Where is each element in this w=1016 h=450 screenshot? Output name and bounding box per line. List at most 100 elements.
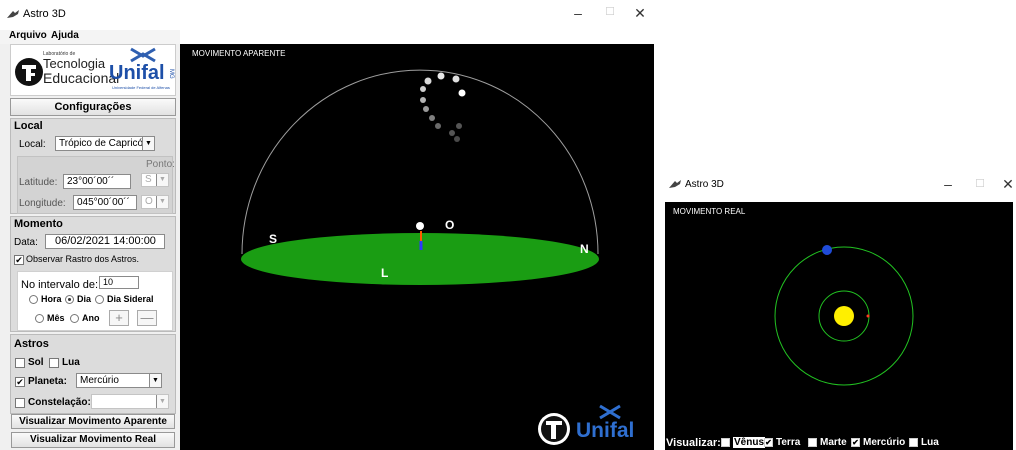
real-motion-canvas[interactable]: MOVIMENTO REAL xyxy=(665,202,1013,435)
close-button-2[interactable]: ✕ xyxy=(998,176,1016,193)
menu-arquivo[interactable]: Arquivo xyxy=(9,30,47,41)
planeta-value: Mercúrio xyxy=(80,375,119,386)
logo-box: Laboratório de Tecnologia Educacional Un… xyxy=(10,44,176,96)
radio-mes-label: Mês xyxy=(47,313,65,323)
venus-label: Vênus xyxy=(732,436,767,449)
trail-label: Observar Rastro dos Astros. xyxy=(26,254,140,264)
trail-point xyxy=(424,77,432,85)
mercury xyxy=(866,314,870,318)
trail-point xyxy=(454,136,460,142)
radio-ano-label: Ano xyxy=(82,313,100,323)
menu-ajuda[interactable]: Ajuda xyxy=(51,30,79,41)
chevron-down-icon: ▼ xyxy=(156,174,168,186)
title-bar-2[interactable]: Astro 3D – ☐ ✕ xyxy=(662,174,1016,196)
radio-hora[interactable] xyxy=(29,295,38,304)
unifal-star-icon xyxy=(130,47,156,63)
radio-dia-label: Dia xyxy=(77,294,92,304)
close-button[interactable]: ✕ xyxy=(630,5,650,22)
visualize-label: Visualizar: xyxy=(666,437,721,449)
longitude-field[interactable]: 045°00´00´´ xyxy=(73,195,137,210)
lua-checkbox[interactable] xyxy=(49,358,59,368)
constelacao-select[interactable]: ▼ xyxy=(91,394,169,409)
main-window: Astro 3D – ☐ ✕ Arquivo Ajuda Laboratório… xyxy=(0,0,662,450)
chevron-down-icon: ▼ xyxy=(149,374,161,387)
astros-title: Astros xyxy=(14,338,49,350)
radio-mes[interactable] xyxy=(35,314,44,323)
longitude-label: Longitude: xyxy=(19,198,66,209)
chevron-down-icon: ▼ xyxy=(156,395,168,408)
local-value: Trópico de Capricór... xyxy=(59,138,155,149)
window-title-2: Astro 3D xyxy=(685,179,724,190)
lua-viz-label: Lua xyxy=(921,437,939,448)
minimize-button[interactable]: – xyxy=(568,5,588,21)
logo-text-1: Tecnologia xyxy=(43,56,106,71)
trail-point xyxy=(456,123,462,129)
lua-viz-checkbox[interactable] xyxy=(909,438,918,447)
planeta-label: Planeta: xyxy=(28,376,67,387)
maximize-button[interactable]: ☐ xyxy=(600,5,620,18)
momento-group: Momento Data: 06/02/2021 14:00:00 ✔ Obse… xyxy=(10,216,176,332)
cardinal-l: L xyxy=(381,266,389,280)
trail-point xyxy=(435,123,441,129)
increment-button[interactable]: + xyxy=(109,310,129,326)
visualizar-real-button[interactable]: Visualizar Movimento Real xyxy=(11,432,175,448)
radio-hora-label: Hora xyxy=(41,294,62,304)
visualize-bar: Visualizar: Vênus ✔ Terra Marte ✔ Mercúr… xyxy=(665,435,1013,450)
venus-checkbox[interactable] xyxy=(721,438,730,447)
trail-point xyxy=(420,97,426,103)
trail-point xyxy=(429,115,435,121)
unifal-watermark: Unifal xyxy=(576,419,635,442)
orbit-diagram xyxy=(774,245,914,386)
decrement-button[interactable]: — xyxy=(137,310,157,326)
constelacao-checkbox[interactable] xyxy=(15,398,25,408)
app-icon xyxy=(669,180,681,188)
unifal-mg: MG xyxy=(168,69,174,79)
radio-dia-sideral[interactable] xyxy=(95,295,104,304)
longitude-direction-value: O xyxy=(145,196,153,207)
interval-input[interactable]: 10 xyxy=(99,276,139,289)
trail-point xyxy=(423,106,429,112)
trail-point xyxy=(449,130,455,136)
sun-trail xyxy=(420,72,466,142)
radio-ano[interactable] xyxy=(70,314,79,323)
lte-logo-icon xyxy=(15,58,43,86)
minimize-button-2[interactable]: – xyxy=(938,176,958,192)
sol-checkbox[interactable] xyxy=(15,358,25,368)
chevron-down-icon: ▼ xyxy=(156,196,168,208)
logo-text-2: Educacional xyxy=(43,70,120,86)
latitude-direction-select[interactable]: S ▼ xyxy=(141,173,169,187)
configuracoes-header[interactable]: Configurações xyxy=(10,98,176,116)
sol-label: Sol xyxy=(28,357,44,368)
app-icon xyxy=(7,10,19,18)
latitude-field[interactable]: 23°00´00´´ xyxy=(63,174,131,189)
planeta-select[interactable]: Mercúrio ▼ xyxy=(76,373,162,388)
trail-checkbox[interactable]: ✔ xyxy=(14,255,24,265)
visualizar-aparente-button[interactable]: Visualizar Movimento Aparente xyxy=(11,414,175,429)
date-field[interactable]: 06/02/2021 14:00:00 xyxy=(45,234,165,249)
latitude-label: Latitude: xyxy=(19,177,58,188)
local-select[interactable]: Trópico de Capricór... ▼ xyxy=(55,136,155,151)
earth xyxy=(822,245,832,255)
terra-checkbox[interactable]: ✔ xyxy=(764,438,773,447)
marte-label: Marte xyxy=(820,437,847,448)
trail-point xyxy=(437,72,445,80)
trail-point xyxy=(452,75,460,83)
cardinal-n: N xyxy=(580,242,589,256)
planeta-checkbox[interactable]: ✔ xyxy=(15,377,25,387)
real-motion-window: Astro 3D – ☐ ✕ MOVIMENTO REAL Visualizar… xyxy=(662,174,1016,450)
constelacao-label: Constelação: xyxy=(28,397,91,408)
local-label: Local: xyxy=(19,139,46,150)
maximize-button-2[interactable]: ☐ xyxy=(970,177,990,190)
terra-label: Terra xyxy=(776,437,801,448)
apparent-motion-canvas[interactable]: MOVIMENTO APARENTE S O N L Unifal xyxy=(180,44,654,450)
radio-dia[interactable] xyxy=(65,295,74,304)
date-label: Data: xyxy=(14,237,38,248)
momento-title: Momento xyxy=(14,218,63,230)
mercurio-checkbox[interactable]: ✔ xyxy=(851,438,860,447)
longitude-direction-select[interactable]: O ▼ xyxy=(141,195,169,209)
title-bar[interactable]: Astro 3D – ☐ ✕ xyxy=(0,0,662,30)
mercurio-label: Mercúrio xyxy=(863,437,906,448)
marte-checkbox[interactable] xyxy=(808,438,817,447)
menu-bar: Arquivo Ajuda xyxy=(0,30,180,44)
trail-point xyxy=(458,89,466,97)
